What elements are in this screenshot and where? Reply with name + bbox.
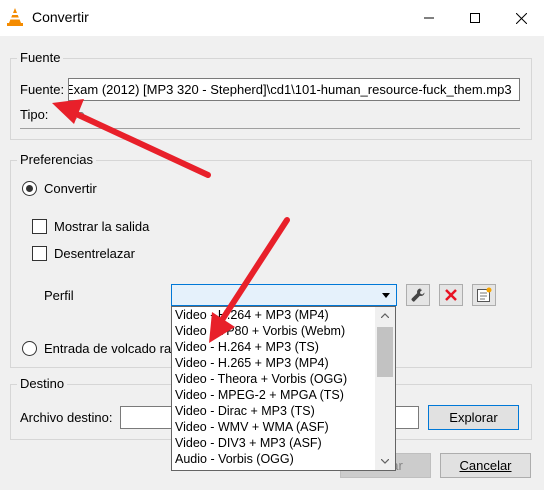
red-arrow-icon xyxy=(52,99,211,178)
annotation-arrows xyxy=(52,99,290,343)
red-arrow-icon xyxy=(209,217,290,343)
